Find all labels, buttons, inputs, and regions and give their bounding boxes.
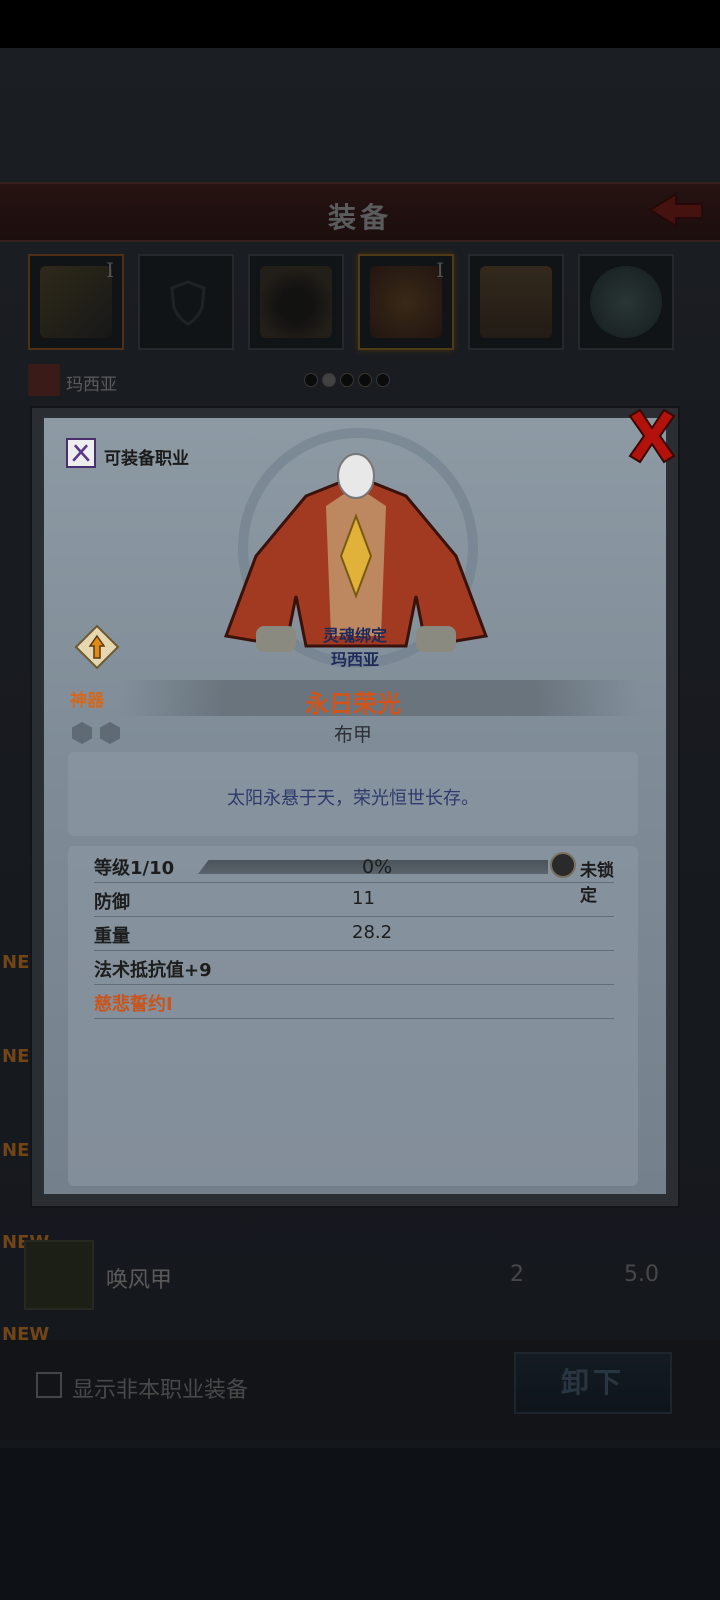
stat-row: 法术抵抗值+9 bbox=[94, 952, 614, 985]
level-label: 等级1/10 bbox=[94, 858, 175, 879]
close-icon[interactable] bbox=[624, 406, 680, 466]
lock-icon[interactable] bbox=[550, 852, 576, 878]
item-description: 太阳永悬于天，荣光恒世长存。 bbox=[227, 788, 479, 809]
stat-value: 11 bbox=[352, 888, 375, 909]
stat-value: 28.2 bbox=[352, 922, 393, 943]
skill-row[interactable]: 慈悲誓约I bbox=[94, 986, 614, 1019]
skill-label[interactable]: 慈悲誓约I bbox=[94, 990, 173, 1016]
stat-row: 重量 28.2 bbox=[94, 918, 614, 951]
artifact-upgrade-icon[interactable] bbox=[74, 624, 120, 670]
soulbound-tag: 灵魂绑定 玛西亚 bbox=[300, 624, 410, 672]
item-type: 布甲 bbox=[333, 724, 372, 746]
class-icon bbox=[66, 438, 96, 468]
status-bar bbox=[0, 0, 720, 48]
stat-row: 防御 11 bbox=[94, 884, 614, 917]
resist-label: 法术抵抗值+9 bbox=[94, 960, 212, 981]
soulbound-label: 灵魂绑定 bbox=[322, 626, 387, 645]
level-percent: 0% bbox=[362, 856, 393, 878]
stat-label: 重量 bbox=[94, 926, 130, 947]
item-name: 永日荣光 bbox=[305, 690, 401, 718]
soulbound-owner: 玛西亚 bbox=[330, 650, 379, 669]
level-row: 等级1/10 0% 未锁定 bbox=[94, 850, 614, 906]
artifact-label: 神器 bbox=[70, 691, 104, 711]
stat-label: 防御 bbox=[94, 892, 130, 913]
equippable-class-label[interactable]: 可装备职业 bbox=[104, 444, 189, 469]
